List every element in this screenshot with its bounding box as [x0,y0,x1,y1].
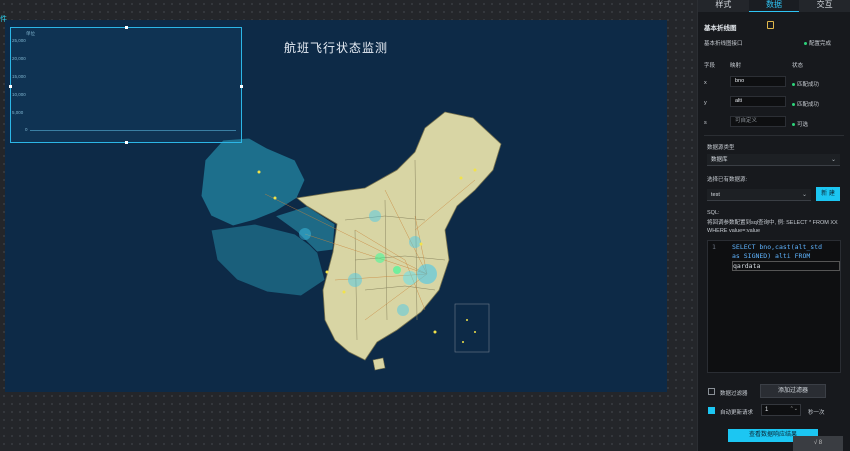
south-china-sea-inset [454,303,490,353]
filter-checkbox[interactable] [708,388,715,395]
line-number: 1 [712,243,716,251]
column-status: 状态 [792,63,804,69]
line-chart-widget[interactable]: 单位 25,000 20,000 15,000 10,000 5,000 0 [9,26,243,144]
resize-handle-left[interactable] [9,85,12,88]
panel-tabs: 样式 数据 交互 [698,0,850,12]
editor-workspace: 件 航班飞行状态监测 单位 25,000 20,000 15,000 10,00… [0,0,697,451]
tab-style[interactable]: 样式 [698,0,749,12]
auto-update-interval-input[interactable]: 1 ⌃⌄ [761,404,801,416]
field-status: 匹配成功 [792,100,819,108]
divider [704,135,844,136]
y-tick: 25,000 [12,38,26,43]
datasource-type-label: 数据源类型 [707,145,735,151]
y-tick: 5,000 [12,110,24,115]
sql-hint: 将回调参数配置到sql查询中, 例: SELECT * FROM XX WHER… [707,220,838,234]
chevron-down-icon: ⌄ [801,192,807,198]
field-s-input[interactable]: 可自定义 [730,116,786,127]
resize-handle-right[interactable] [240,85,243,88]
document-icon[interactable] [767,21,774,29]
tab-interaction[interactable]: 交互 [799,0,850,12]
field-name: y [704,100,707,106]
add-filter-button[interactable]: 添加过滤器 [760,384,826,398]
column-mapping: 映射 [730,63,742,69]
resize-handle-top[interactable] [125,26,128,29]
tab-data[interactable]: 数据 [748,0,800,12]
auto-update-label: 自动更新请求 [720,410,754,416]
status-dot-icon [792,123,795,127]
sql-editor[interactable]: 1 SELECT bno,cast(alt_std as SIGNED) alt… [707,240,841,373]
code-line-3: qardata [732,261,840,271]
y-tick: 20,000 [12,56,26,61]
status-dot-icon [792,83,795,87]
corner-widget[interactable]: √ 8 [793,436,843,451]
field-name: x [704,80,707,86]
field-status: 匹配成功 [792,80,819,88]
panel-title: 基本折线图 [704,25,737,32]
seconds-label: 秒一次 [808,410,825,416]
field-status: 可选 [792,120,808,128]
x-axis-line [30,130,236,131]
chevron-down-icon: ⌄ [830,157,836,163]
datasource-type-select[interactable]: 数据库 ⌄ [707,154,840,166]
y-tick: 15,000 [12,74,26,79]
field-name: s [704,120,707,126]
resize-handle-bottom[interactable] [125,141,128,144]
y-tick: 10,000 [12,92,26,97]
unit-label: 单位 [26,31,35,36]
column-field: 字段 [704,63,716,69]
code-line-1: SELECT bno,cast(alt_std [732,243,823,251]
y-tick: 0 [25,127,28,132]
config-panel: 样式 数据 交互 基本折线图 基本折线图接口 配置完成 字段 映射 状态 x b… [697,0,850,451]
code-line-2: as SIGNED) alti FROM [732,252,811,260]
sql-label: SQL: [707,210,720,216]
new-datasource-button[interactable]: 新 建 [816,187,840,201]
datasource-select[interactable]: test ⌄ [707,189,811,201]
choose-source-label: 选择已有数据源: [707,177,748,183]
auto-update-checkbox[interactable] [708,407,715,414]
map-region-hainan [372,357,386,371]
interface-label: 基本折线图接口 [704,41,743,47]
filter-label: 数据过滤器 [720,391,748,397]
stepper-arrows-icon[interactable]: ⌃⌄ [790,404,798,414]
status-dot-icon [792,103,795,107]
config-status: 配置完成 [804,39,831,47]
status-dot-icon [804,42,807,46]
field-x-input[interactable]: bno [730,76,786,87]
field-y-input[interactable]: alti [730,96,786,107]
